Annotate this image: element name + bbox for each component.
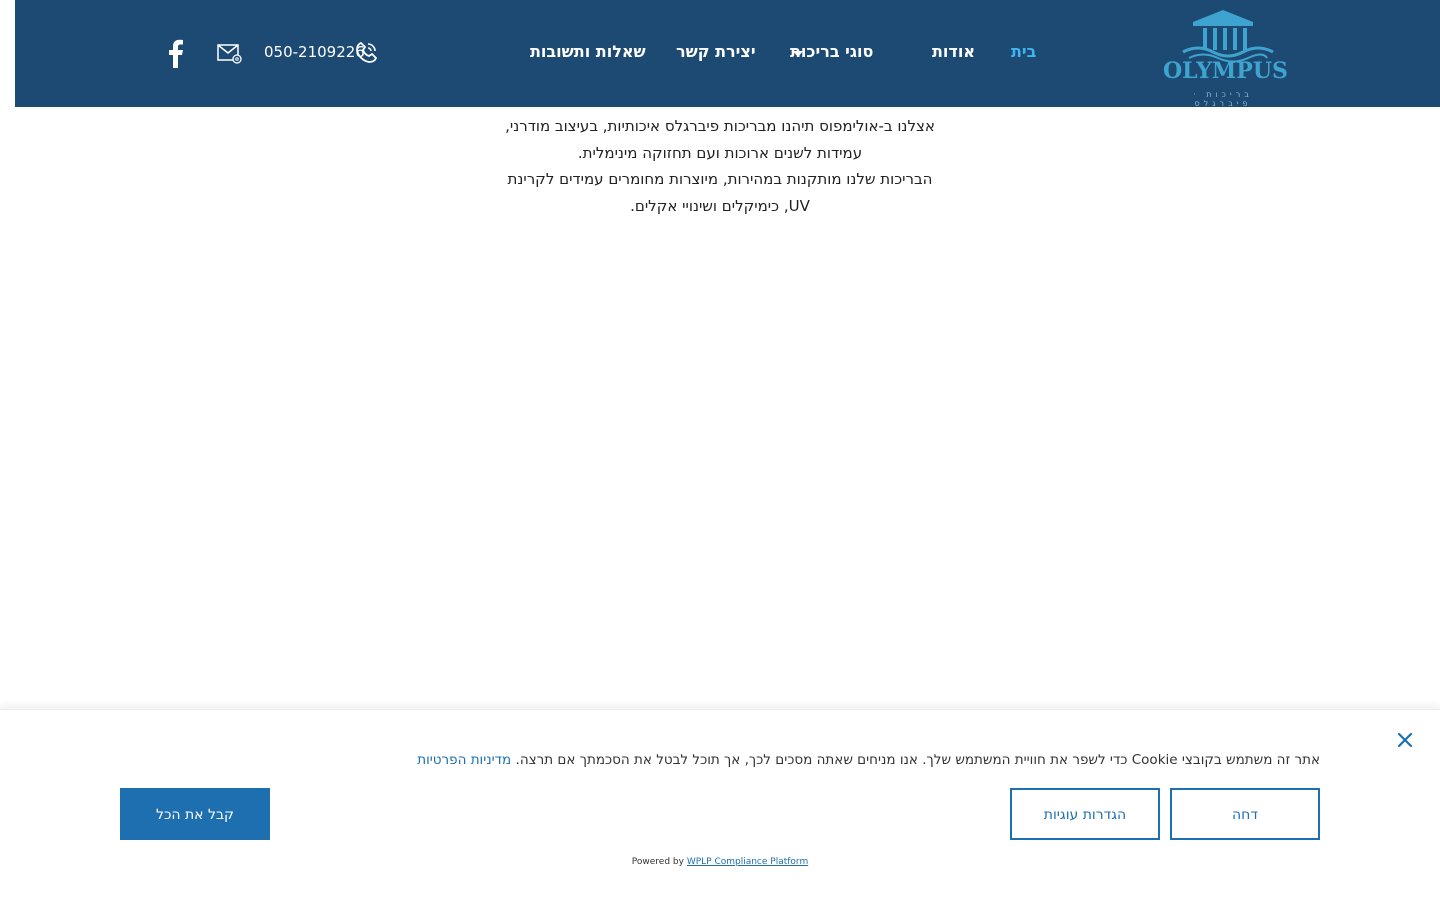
powered-by: Powered by WPLP Compliance Platform [0,857,1440,867]
intro-text: אצלנו ב-אולימפוס תיהנו מבריכות פיברגלס א… [420,113,1020,219]
wplp-link[interactable]: WPLP Compliance Platform [687,857,808,867]
logo-wordmark: OLYMPUS [1163,58,1288,84]
intro-line: עמידות לשנים ארוכות ועם תחזוקה מינימלית. [577,143,863,162]
reject-button[interactable]: דחה [1170,788,1320,840]
privacy-policy-link[interactable]: מדיניות הפרטיות [417,752,511,768]
intro-line: UV, כימיקלים ושינויי אקלים. [630,196,810,215]
nav-item-contact[interactable]: יצירת קשר [676,42,756,66]
logo-subtitle: בריכות · פיברגלס [1193,90,1253,108]
site-header: OLYMPUS בריכות · פיברגלס בית אודות סוגי … [15,0,1440,108]
mail-icon[interactable] [216,42,242,68]
cookie-banner: אתר זה משתמש בקובצי Cookie כדי לשפר את ח… [0,709,1440,900]
cookie-message-text: אתר זה משתמש בקובצי Cookie כדי לשפר את ח… [515,752,1320,768]
powered-by-text: Powered by [631,857,684,867]
phone-number[interactable]: 050-2109226 [264,43,365,61]
facebook-icon[interactable] [167,38,185,72]
accept-all-button[interactable]: קבל את הכל [120,788,270,840]
nav-item-faq[interactable]: שאלות ותשובות [530,42,646,66]
intro-line: אצלנו ב-אולימפוס תיהנו מבריכות פיברגלס א… [505,117,935,135]
close-icon[interactable] [1395,730,1415,750]
nav-item-about[interactable]: אודות [932,42,975,66]
nav-item-home[interactable]: בית [1011,42,1036,66]
intro-line: הבריכות שלנו מותקנות במהירות, מיוצרות מח… [507,170,933,188]
cookie-message: אתר זה משתמש בקובצי Cookie כדי לשפר את ח… [417,752,1320,768]
site-logo[interactable]: OLYMPUS בריכות · פיברגלס [1163,8,1288,108]
dropdown-caret-icon[interactable] [793,51,803,57]
cookie-settings-button[interactable]: הגדרות עוגיות [1010,788,1160,840]
